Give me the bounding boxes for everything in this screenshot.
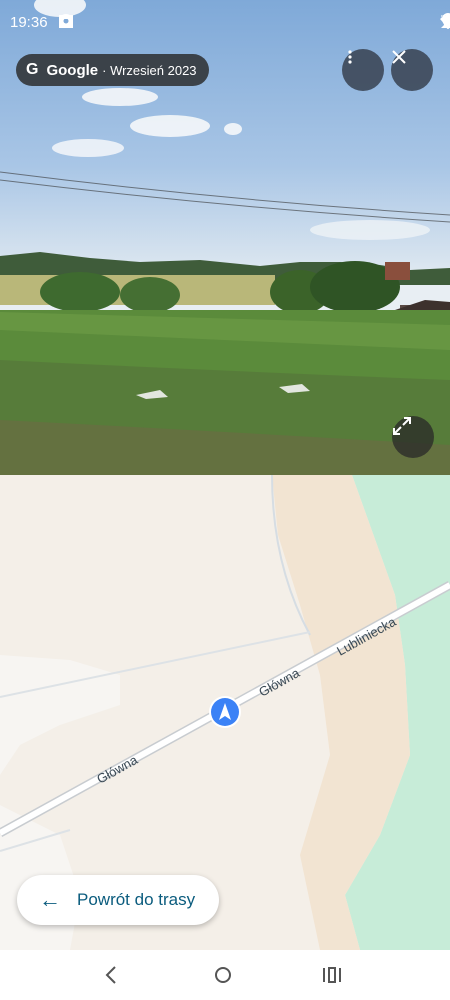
recents-icon[interactable] (320, 963, 344, 987)
return-to-route-label: Powrót do trasy (77, 890, 196, 909)
expand-icon (393, 417, 411, 435)
navigation-arrow-icon[interactable] (209, 696, 241, 728)
return-to-route-button[interactable]: ← Powrót do trasy (17, 875, 219, 925)
street-view-info-chip[interactable]: G Google · Wrzesień 2023 (16, 54, 209, 86)
back-icon[interactable] (100, 963, 124, 987)
provider-label: Google (46, 61, 99, 79)
road-label-glowna-1: Główna (94, 752, 140, 787)
built-area (0, 655, 120, 775)
street-view-panorama[interactable]: 19:36 5G G Google · Wrzesień 2023 (0, 0, 450, 475)
calendar-icon (59, 15, 73, 28)
more-options-button[interactable] (342, 49, 384, 91)
close-button[interactable] (391, 49, 433, 91)
battery-icon (444, 14, 450, 28)
capture-date: · Wrzesień 2023 (102, 62, 197, 78)
google-g-icon: G (26, 61, 39, 78)
status-time: 19:36 (10, 14, 48, 31)
more-vert-icon (348, 50, 352, 64)
expand-button[interactable] (392, 416, 434, 458)
road-label-glowna-2: Główna (256, 665, 302, 700)
system-nav-bar (0, 950, 450, 1000)
home-icon[interactable] (211, 963, 235, 987)
status-bar: 19:36 5G (0, 0, 450, 44)
close-icon (392, 50, 406, 64)
arrow-left-icon: ← (39, 887, 61, 912)
